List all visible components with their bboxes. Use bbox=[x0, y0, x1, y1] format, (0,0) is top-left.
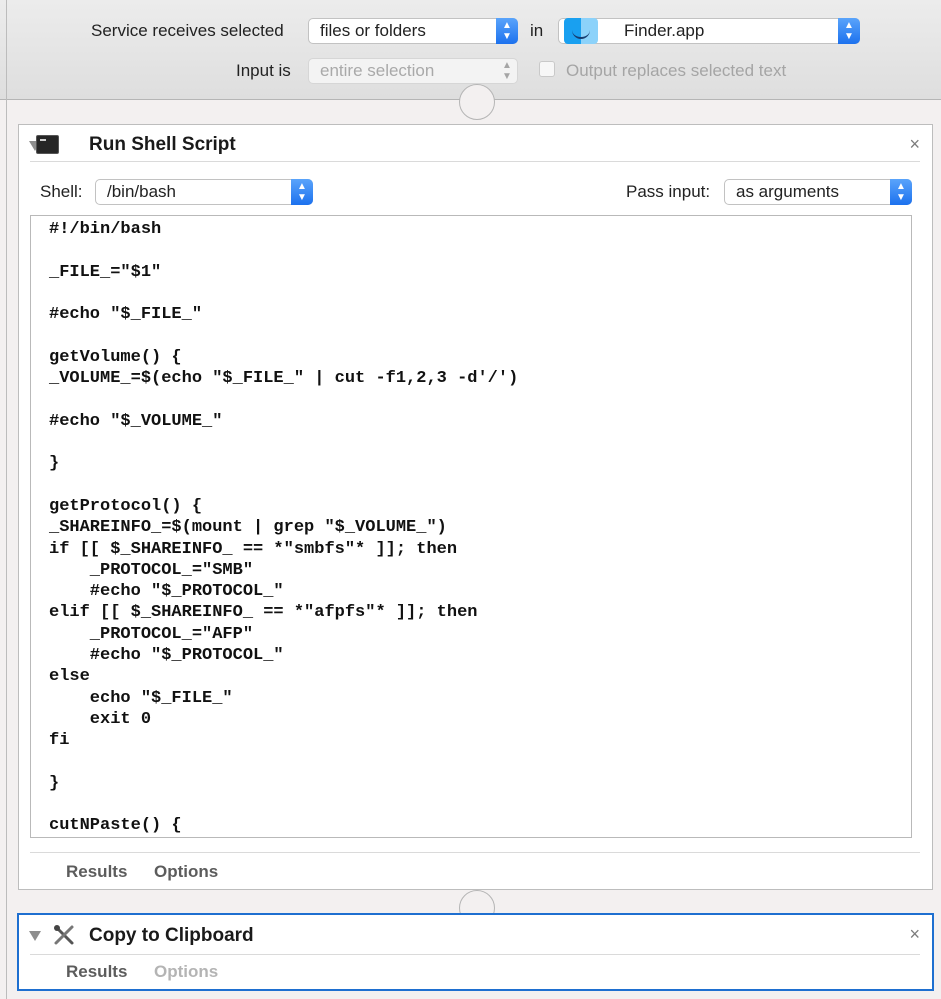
tab-results[interactable]: Results bbox=[66, 862, 127, 882]
title-divider bbox=[30, 954, 920, 955]
script-line: #echo "$_PROTOCOL_" bbox=[49, 646, 284, 665]
action-title: Run Shell Script bbox=[89, 134, 236, 155]
title-divider bbox=[30, 161, 920, 162]
receives-value: files or folders bbox=[320, 21, 426, 40]
script-line: getProtocol() { bbox=[49, 496, 203, 516]
tab-options[interactable]: Options bbox=[154, 962, 218, 982]
receives-popup[interactable]: files or folders ▲ ▼ bbox=[308, 18, 518, 44]
app-value: Finder.app bbox=[624, 21, 705, 40]
script-line: fi bbox=[49, 731, 70, 751]
finder-icon bbox=[564, 18, 598, 44]
output-replaces-label: Output replaces selected text bbox=[566, 61, 787, 80]
tools-icon bbox=[54, 925, 74, 945]
receives-label: Service receives selected bbox=[91, 21, 284, 40]
script-line: #echo "$_FILE_" bbox=[49, 305, 203, 325]
app-stepper-icon: ▲ ▼ bbox=[838, 18, 860, 44]
disclosure-triangle-icon[interactable] bbox=[29, 931, 41, 941]
script-line: _VOLUME_=$(echo "$_FILE_" | cut -f1,2,3 … bbox=[49, 369, 519, 389]
in-label: in bbox=[530, 21, 544, 40]
output-replaces-checkbox[interactable] bbox=[539, 61, 555, 77]
script-line: _SHAREINFO_=$(mount | grep "$_VOLUME_") bbox=[49, 518, 447, 538]
receives-stepper-icon: ▲ ▼ bbox=[496, 18, 518, 44]
input-label: Input is bbox=[236, 61, 291, 80]
script-line: else bbox=[49, 667, 90, 687]
close-icon[interactable]: × bbox=[909, 924, 920, 945]
app-popup[interactable]: Finder.app ▲ ▼ bbox=[558, 18, 860, 44]
input-stepper-icon: ▲ ▼ bbox=[502, 60, 512, 82]
pass-input-label: Pass input: bbox=[626, 182, 711, 201]
script-line: echo "$_FILE_" bbox=[49, 688, 233, 708]
terminal-icon bbox=[36, 135, 59, 154]
connector-notch-top bbox=[459, 84, 495, 120]
pass-input-stepper-icon: ▲ ▼ bbox=[890, 179, 912, 205]
script-editor[interactable]: #!/bin/bash _FILE_="$1" #echo "$_FILE_"get… bbox=[30, 215, 912, 838]
script-line: cutNPaste() { bbox=[49, 816, 182, 836]
script-line: #echo "$_PROTOCOL_" bbox=[49, 582, 284, 602]
script-line: _PROTOCOL_="SMB" bbox=[49, 560, 254, 580]
tab-results[interactable]: Results bbox=[66, 962, 127, 982]
shell-popup[interactable]: /bin/bash ▲ ▼ bbox=[95, 179, 313, 205]
action-title: Copy to Clipboard bbox=[89, 925, 254, 946]
script-line: exit 0 bbox=[49, 709, 152, 729]
shell-label: Shell: bbox=[40, 182, 83, 201]
shell-value: /bin/bash bbox=[107, 182, 176, 201]
script-line: if [[ $_SHAREINFO_ == *"smbfs"* ]]; then bbox=[49, 539, 458, 559]
script-line: } bbox=[49, 454, 60, 474]
pass-input-value: as arguments bbox=[736, 182, 839, 201]
input-value: entire selection bbox=[320, 61, 435, 80]
script-line: _FILE_="$1" bbox=[49, 262, 162, 282]
script-line: #echo "$_VOLUME_" bbox=[49, 411, 223, 431]
close-icon[interactable]: × bbox=[909, 134, 920, 155]
script-line: elif [[ $_SHAREINFO_ == *"afpfs"* ]]; th… bbox=[49, 603, 478, 623]
input-popup[interactable]: entire selection ▲ ▼ bbox=[308, 58, 518, 84]
script-line: getVolume() { bbox=[49, 347, 182, 367]
script-line: #!/bin/bash bbox=[49, 220, 162, 239]
left-divider bbox=[6, 0, 7, 999]
script-line: } bbox=[49, 773, 60, 793]
script-line: _PROTOCOL_="AFP" bbox=[49, 624, 254, 644]
shell-stepper-icon: ▲ ▼ bbox=[291, 179, 313, 205]
tabs-divider bbox=[30, 852, 920, 853]
pass-input-popup[interactable]: as arguments ▲ ▼ bbox=[724, 179, 912, 205]
tab-options[interactable]: Options bbox=[154, 862, 218, 882]
